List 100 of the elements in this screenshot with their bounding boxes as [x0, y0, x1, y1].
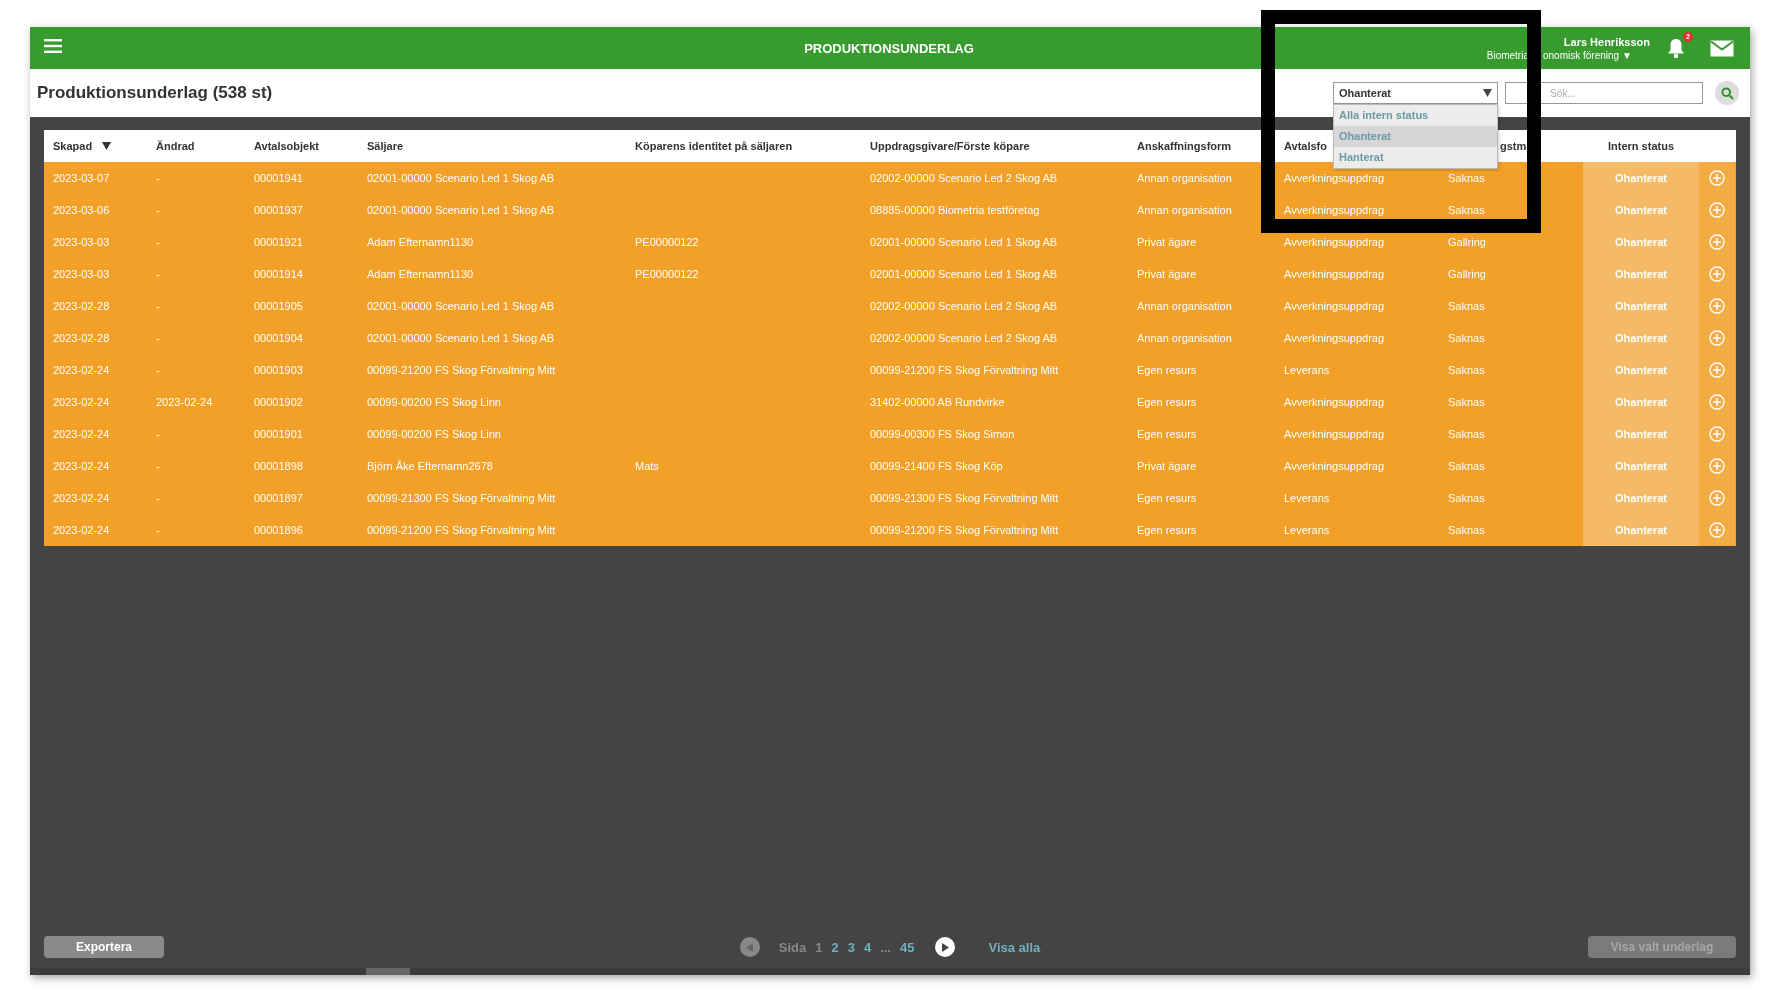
- table-cell: 00001904: [254, 332, 303, 344]
- table-cell: 2023-02-28: [53, 300, 110, 312]
- plus-icon: [1709, 298, 1725, 314]
- table-cell: Privat ägare: [1137, 460, 1197, 472]
- table-cell: 2023-02-24: [53, 460, 110, 472]
- table-row[interactable]: 2023-03-03 - 00001914 Adam Efternamn1130 PE00000122 02001-00000 Scenario Led 1 Skog AB Privat ägare Avverkningsuppdrag Gallring Ohanterat: [44, 258, 1736, 290]
- column-header[interactable]: Avtalsobjekt: [245, 130, 358, 162]
- table-cell: 00099-21400 FS Skog Köp: [870, 460, 1003, 472]
- next-page-button[interactable]: [935, 937, 956, 957]
- table-cell: 00001896: [254, 524, 303, 536]
- plus-icon: [1709, 362, 1725, 378]
- table-row[interactable]: 2023-02-24 - 00001897 00099-21300 FS Skog Förvaltning Mitt 00099-21300 FS Skog Förvaltning Mitt Egen resurs Leverans Saknas Ohanterat: [44, 482, 1736, 514]
- user-name[interactable]: Lars Henriksson: [1563, 35, 1650, 48]
- horizontal-scrollbar[interactable]: [30, 968, 1750, 975]
- add-button[interactable]: [1699, 514, 1735, 546]
- table-cell: Gallring: [1448, 268, 1486, 280]
- table-cell: -: [156, 236, 160, 248]
- column-header[interactable]: Köparens identitet på säljaren: [626, 130, 861, 162]
- column-header[interactable]: Intern status: [1583, 130, 1699, 162]
- table-row[interactable]: 2023-02-28 - 00001905 02001-00000 Scenario Led 1 Skog AB 02002-00000 Scenario Led 2 Skog AB Annan organisation Avverkningsuppdrag Saknas Ohanterat: [44, 290, 1736, 322]
- table-cell: Leverans: [1284, 524, 1330, 536]
- table-cell: Saknas: [1448, 204, 1485, 216]
- page-header-title: PRODUKTIONSUNDERLAG: [804, 40, 974, 56]
- dropdown-option[interactable]: Ohanterat: [1334, 126, 1497, 147]
- table-cell: Saknas: [1448, 492, 1485, 504]
- triangle-left-icon: [745, 942, 754, 952]
- page-link[interactable]: 2: [831, 939, 839, 955]
- search-button[interactable]: [1715, 81, 1739, 105]
- table-cell: Avverkningsuppdrag: [1284, 396, 1385, 408]
- show-all-link[interactable]: Visa alla: [988, 939, 1041, 955]
- bell-icon[interactable]: [1666, 37, 1686, 59]
- table-cell: 02001-00000 Scenario Led 1 Skog AB: [367, 172, 555, 184]
- table-cell: -: [156, 428, 160, 440]
- table-cell: Saknas: [1448, 428, 1485, 440]
- column-header[interactable]: Anskaffningsform: [1128, 130, 1275, 162]
- table-cell: 2023-02-24: [53, 524, 110, 536]
- table-cell: Mats: [635, 460, 659, 472]
- table-row[interactable]: 2023-03-06 - 00001937 02001-00000 Scenario Led 1 Skog AB 08885-00000 Biometria testföretag Annan organisation Avverkningsuppdrag Saknas Ohanterat: [44, 194, 1736, 226]
- status-cell: Ohanterat: [1583, 514, 1699, 546]
- table-cell: -: [156, 204, 160, 216]
- table-cell: -: [156, 172, 160, 184]
- table-cell: 02001-00000 Scenario Led 1 Skog AB: [367, 332, 555, 344]
- table-cell: Adam Efternamn1130: [367, 268, 474, 280]
- status-cell: Ohanterat: [1583, 450, 1699, 482]
- column-header[interactable]: Uppdragsgivare/Förste köpare: [861, 130, 1128, 162]
- page-link[interactable]: 3: [847, 939, 855, 955]
- table-cell: Saknas: [1448, 172, 1485, 184]
- table-row[interactable]: 2023-02-24 - 00001898 Björn Åke Efternamn2678 Mats 00099-21400 FS Skog Köp Privat ägare Avverkningsuppdrag Saknas Ohanterat: [44, 450, 1736, 482]
- table-row[interactable]: 2023-03-07 - 00001941 02001-00000 Scenario Led 1 Skog AB 02002-00000 Scenario Led 2 Skog AB Annan organisation Avverkningsuppdrag Saknas Ohanterat: [44, 162, 1736, 194]
- column-header[interactable]: Säljare: [358, 130, 626, 162]
- table-cell: Saknas: [1448, 332, 1485, 344]
- status-cell: Ohanterat: [1583, 354, 1699, 386]
- table-cell: Annan organisation: [1137, 172, 1232, 184]
- table-cell: 00099-00300 FS Skog Simon: [870, 428, 1015, 440]
- table-cell: Saknas: [1448, 524, 1485, 536]
- search-field[interactable]: Sök...: [1505, 82, 1703, 104]
- plus-icon: [1709, 330, 1725, 346]
- table-cell: 2023-02-24: [53, 396, 110, 408]
- page-link[interactable]: 1: [815, 939, 823, 955]
- table-cell: Saknas: [1448, 460, 1485, 472]
- table-cell: 02001-00000 Scenario Led 1 Skog AB: [367, 300, 555, 312]
- status-cell: Ohanterat: [1583, 194, 1699, 226]
- table-cell: Avverkningsuppdrag: [1284, 332, 1385, 344]
- table-cell: 31402-00000 AB Rundvirke: [870, 396, 1005, 408]
- table-row[interactable]: 2023-02-24 2023-02-24 00001902 00099-00200 FS Skog Linn 31402-00000 AB Rundvirke Egen resurs Avverkningsuppdrag Saknas Ohanterat: [44, 386, 1736, 418]
- sort-icon: [102, 142, 112, 150]
- status-cell: Ohanterat: [1583, 322, 1699, 354]
- table-cell: Egen resurs: [1137, 396, 1197, 408]
- plus-icon: [1709, 458, 1725, 474]
- table-cell: Annan organisation: [1137, 204, 1232, 216]
- plus-icon: [1709, 394, 1725, 410]
- table-row[interactable]: 2023-02-28 - 00001904 02001-00000 Scenario Led 1 Skog AB 02002-00000 Scenario Led 2 Skog AB Annan organisation Avverkningsuppdrag Saknas Ohanterat: [44, 322, 1736, 354]
- table-row[interactable]: 2023-03-03 - 00001921 Adam Efternamn1130 PE00000122 02001-00000 Scenario Led 1 Skog AB Privat ägare Avverkningsuppdrag Gallring Ohanterat: [44, 226, 1736, 258]
- table-row[interactable]: 2023-02-24 - 00001901 00099-00200 FS Skog Linn 00099-00300 FS Skog Simon Egen resurs Avverkningsuppdrag Saknas Ohanterat: [44, 418, 1736, 450]
- dropdown-option[interactable]: Alla intern status: [1334, 105, 1497, 126]
- table-row[interactable]: 2023-02-24 - 00001903 00099-21200 FS Skog Förvaltning Mitt 00099-21200 FS Skog Förvaltning Mitt Egen resurs Leverans Saknas Ohanterat: [44, 354, 1736, 386]
- table-cell: Privat ägare: [1137, 236, 1197, 248]
- table-cell: 00099-21200 FS Skog Förvaltning Mitt: [870, 524, 1059, 536]
- table-row[interactable]: 2023-02-24 - 00001896 00099-21200 FS Skog Förvaltning Mitt 00099-21200 FS Skog Förvaltning Mitt Egen resurs Leverans Saknas Ohanterat: [44, 514, 1736, 546]
- table-cell: -: [156, 364, 160, 376]
- organization-text[interactable]: onomisk förening ▼: [1543, 49, 1650, 61]
- status-dropdown[interactable]: Ohanterat: [1333, 82, 1498, 104]
- column-header[interactable]: Skapad: [44, 130, 147, 162]
- page-link[interactable]: 45: [900, 939, 915, 955]
- table-cell: Saknas: [1448, 364, 1485, 376]
- table-cell: 2023-02-24: [53, 492, 110, 504]
- mail-icon[interactable]: [1710, 39, 1734, 57]
- table-cell: 2023-02-24: [53, 428, 110, 440]
- table-cell: 2023-02-28: [53, 332, 110, 344]
- table-cell: 00001898: [254, 460, 303, 472]
- column-header[interactable]: Ändrad: [147, 130, 245, 162]
- search-icon: [1720, 86, 1734, 100]
- export-button[interactable]: Exportera: [44, 936, 164, 958]
- table-cell: 00001914: [254, 268, 303, 280]
- page-link[interactable]: 4: [863, 939, 872, 955]
- menu-icon[interactable]: [44, 39, 62, 53]
- add-button[interactable]: [1699, 162, 1735, 194]
- table-cell: 02001-00000 Scenario Led 1 Skog AB: [367, 204, 555, 216]
- table-cell: -: [156, 460, 160, 472]
- plus-icon: [1709, 522, 1725, 538]
